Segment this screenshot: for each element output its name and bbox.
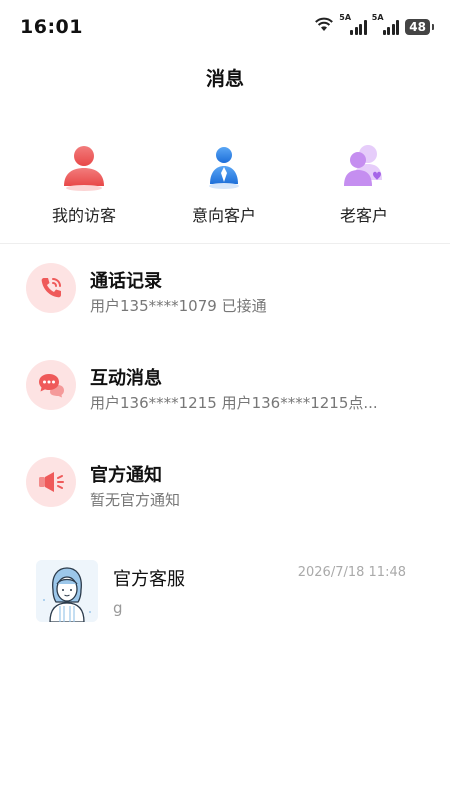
quick-label-intent-customers: 意向客户 (191, 206, 256, 225)
list-item-official-service[interactable]: 官方客服 2026/7/18 11:48 g (0, 560, 450, 630)
wifi-icon (314, 17, 334, 37)
quick-label-my-visitors: 我的访客 (51, 206, 116, 225)
call-records-title: 通话记录 (90, 271, 162, 292)
service-last-message: g (113, 599, 123, 617)
quick-item-my-visitors[interactable]: 我的访客 (14, 140, 154, 226)
phone-icon (26, 263, 76, 313)
section-divider (0, 243, 450, 244)
interactive-messages-title: 互动消息 (90, 368, 162, 389)
avatar (36, 560, 98, 622)
cell-signal-1-icon: 5A (339, 13, 367, 35)
quick-label-old-customers: 老客户 (339, 206, 388, 225)
megaphone-icon (26, 457, 76, 507)
network-type-label-2: 5A (371, 13, 384, 22)
quick-item-old-customers[interactable]: 老客户 (294, 140, 434, 226)
list-item-call-records[interactable]: 通话记录 用户135****1079 已接通 (0, 263, 450, 353)
old-customer-icon (338, 140, 390, 192)
visitor-person-icon (58, 140, 110, 192)
network-type-label-1: 5A (339, 13, 352, 22)
service-name: 官方客服 (113, 569, 185, 590)
list-item-interactive-messages[interactable]: 互动消息 用户136****1215 用户136****1215点... (0, 360, 450, 450)
cell-signal-2-icon: 5A (372, 13, 400, 35)
interactive-messages-subtitle: 用户136****1215 用户136****1215点... (90, 394, 378, 412)
service-timestamp: 2026/7/18 11:48 (297, 565, 406, 580)
chat-bubbles-icon (26, 360, 76, 410)
page-title: 消息 (205, 68, 244, 90)
status-time: 16:01 (20, 16, 83, 38)
official-notices-title: 官方通知 (90, 465, 162, 486)
battery-icon: 48 (405, 19, 434, 35)
list-item-official-notices[interactable]: 官方通知 暂无官方通知 (0, 457, 450, 547)
intent-customer-icon (198, 140, 250, 192)
call-records-subtitle: 用户135****1079 已接通 (90, 297, 267, 315)
status-icons: 5A 5A 48 (314, 13, 434, 37)
quick-actions: 我的访客 意向客户 老客户 (0, 140, 450, 230)
official-notices-subtitle: 暂无官方通知 (90, 491, 181, 509)
status-bar: 16:01 5A 5A 48 (0, 0, 450, 56)
quick-item-intent-customers[interactable]: 意向客户 (154, 140, 294, 226)
